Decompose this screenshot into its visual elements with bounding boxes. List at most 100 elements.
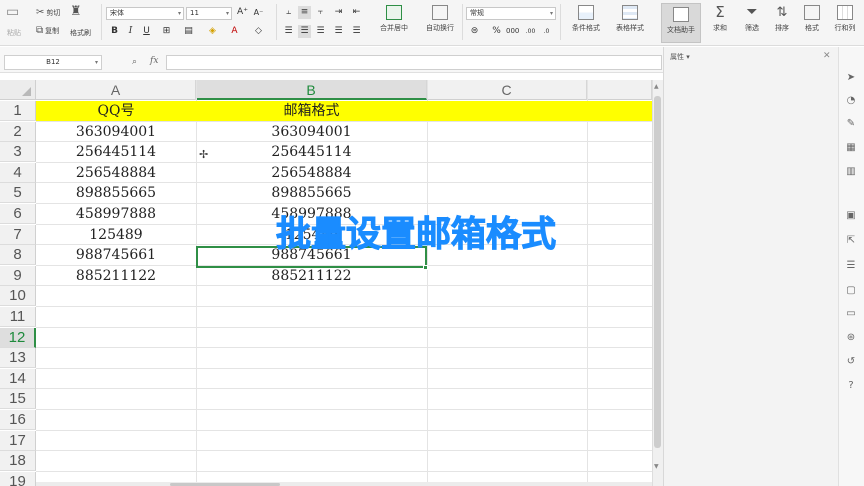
list-icon[interactable]: ☰ [845,260,857,272]
conditional-format-button[interactable]: 条件格式 [566,5,606,41]
row-header[interactable]: 9 [0,265,36,286]
border-button[interactable]: ⊞ [160,25,173,38]
cell-b5[interactable]: 898855665 [196,183,427,203]
close-icon[interactable]: ✕ [823,51,831,61]
share-icon[interactable]: ⇱ [845,235,857,247]
copy-button[interactable]: ⧉ 复制 [36,24,59,37]
underline-button[interactable]: U [140,25,153,38]
cell-a9[interactable]: 885211122 [36,266,196,286]
decrease-decimal-button[interactable]: .0 [540,25,553,38]
cell-b3[interactable]: 256445114 [196,142,427,162]
filter-button[interactable]: ⏷ 筛选 [738,5,766,41]
align-middle-button[interactable]: ≡ [298,6,311,19]
font-name-combo[interactable]: 宋体 ▾ [106,7,184,20]
fx-icon[interactable]: fx [150,56,158,66]
row-header[interactable]: 5 [0,183,36,204]
fill-style-button[interactable]: ▤ [182,25,195,38]
wrap-text-button[interactable]: 自动换行 [420,5,460,41]
align-bottom-button[interactable]: ⫟ [314,6,327,19]
increase-decimal-button[interactable]: .00 [524,25,537,38]
paste-button[interactable]: ▭ [6,5,19,19]
fill-handle[interactable] [423,265,428,270]
chart-icon[interactable]: ▥ [845,166,857,178]
grid-icon[interactable]: ▦ [845,142,857,154]
font-color-button[interactable]: A [228,25,241,38]
number-format-combo[interactable]: 常规 ▾ [466,7,556,20]
formula-input[interactable] [166,55,662,70]
column-header-c[interactable]: C [427,80,587,100]
help-icon[interactable]: ? [845,380,857,392]
history-icon[interactable]: ↺ [845,356,857,368]
gallery-icon[interactable]: ▣ [845,210,857,222]
cut-button[interactable]: ✂ 剪切 [36,6,60,19]
cell-b2[interactable]: 363094001 [196,122,427,142]
column-header-d[interactable] [587,80,652,100]
row-header[interactable]: 15 [0,389,36,410]
table-style-button[interactable]: 表格样式 [610,5,650,41]
horizontal-scrollbar[interactable] [36,482,652,486]
cell-a2[interactable]: 363094001 [36,122,196,142]
format-button[interactable]: 格式 [798,5,826,41]
row-header[interactable]: 16 [0,410,36,430]
scroll-up-icon[interactable]: ▲ [654,83,659,90]
column-header-b[interactable]: B [196,80,427,100]
cell-a4[interactable]: 256548884 [36,163,196,183]
column-header-a[interactable]: A [36,80,196,100]
increase-font-button[interactable]: A⁺ [236,6,249,19]
cell-b4[interactable]: 256548884 [196,163,427,183]
name-box[interactable]: B12 ▾ [4,55,102,70]
row-header[interactable]: 4 [0,162,36,183]
row-header[interactable]: 18 [0,451,36,472]
row-header[interactable]: 17 [0,430,36,451]
row-col-button[interactable]: 行和列 [828,5,862,41]
merge-center-button[interactable]: 合并居中 [372,5,416,41]
row-header[interactable]: 1 [0,101,36,121]
row-header-selected[interactable]: 12 [0,327,36,348]
zoom-icon[interactable]: ⌕ [132,57,137,67]
cell-a7[interactable]: 125489 [36,225,196,245]
row-header[interactable]: 10 [0,286,36,307]
cell-a1[interactable]: QQ号 [36,101,196,121]
vertical-scroll-thumb[interactable] [654,96,661,448]
currency-button[interactable]: ⊜ [468,25,481,38]
shape-icon[interactable]: ◔ [845,95,857,107]
bold-button[interactable]: B [108,25,121,38]
justify-button[interactable]: ☰ [332,25,345,38]
indent-button[interactable]: ⇥ [332,6,345,19]
edit-icon[interactable]: ✎ [845,118,857,130]
crop-icon[interactable]: ▢ [845,285,857,297]
select-pointer-icon[interactable]: ➤ [845,72,857,84]
row-header[interactable]: 7 [0,224,36,245]
italic-button[interactable]: I [124,25,137,38]
font-size-combo[interactable]: 11 ▾ [186,7,232,20]
sum-button[interactable]: Σ 求和 [706,5,734,41]
align-right-button[interactable]: ☰ [314,25,327,38]
align-top-button[interactable]: ⫠ [282,6,295,19]
doc-helper-button[interactable]: 文档助手 [661,3,701,43]
cell-a3[interactable]: 256445114 [36,142,196,162]
sort-button[interactable]: ⇅ 排序 [768,5,796,41]
align-left-button[interactable]: ☰ [282,25,295,38]
percent-button[interactable]: % [490,25,503,38]
cell-a6[interactable]: 458997888 [36,204,196,224]
thousands-button[interactable]: 000 [506,25,519,38]
scroll-down-icon[interactable]: ▼ [654,463,659,470]
distribute-button[interactable]: ☰ [350,25,363,38]
backup-icon[interactable]: ⊛ [845,332,857,344]
cell-b9[interactable]: 885211122 [196,266,427,286]
clear-button[interactable]: ◇ [252,25,265,38]
outdent-button[interactable]: ⇤ [350,6,363,19]
row-header[interactable]: 13 [0,348,36,369]
row-header[interactable]: 8 [0,245,36,266]
cell-a5[interactable]: 898855665 [36,183,196,203]
cell-a8[interactable]: 988745661 [36,245,196,265]
row-header[interactable]: 19 [0,471,36,486]
fill-color-button[interactable]: ◈ [206,25,219,38]
row-header[interactable]: 6 [0,204,36,224]
cell-b1[interactable]: 邮箱格式 [196,101,427,121]
spreadsheet-grid[interactable]: A B C 1 2 3 4 5 6 7 8 9 10 11 12 13 14 1… [0,80,663,486]
decrease-font-button[interactable]: A⁻ [252,6,265,19]
align-center-button[interactable]: ☰ [298,25,311,38]
row-header[interactable]: 2 [0,121,36,142]
format-painter-button[interactable]: ♜ [70,5,82,18]
